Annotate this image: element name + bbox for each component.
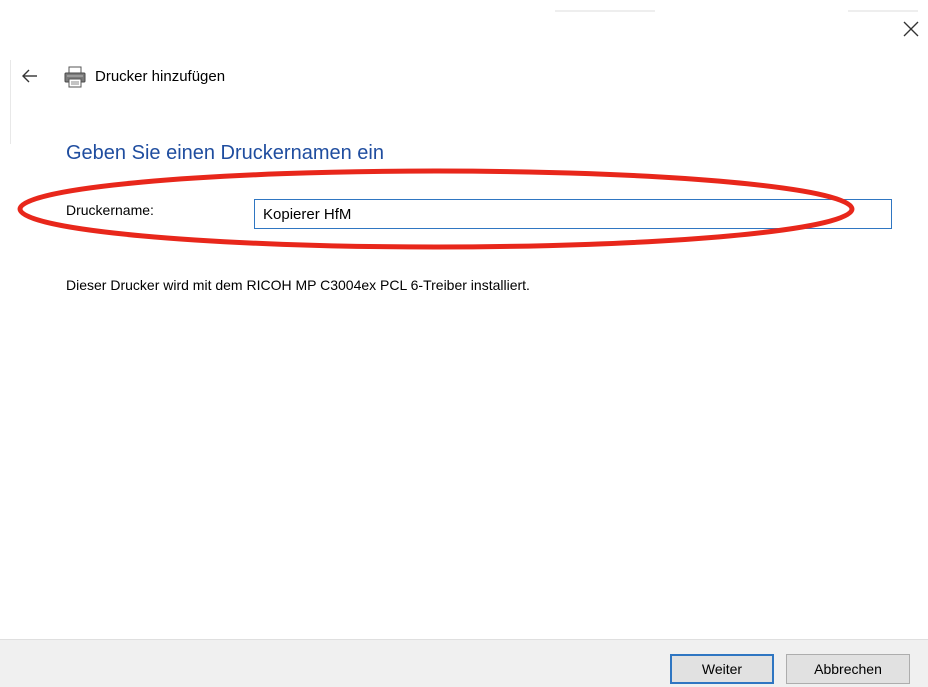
add-printer-window: Drucker hinzufügen Geben Sie einen Druck…: [0, 0, 928, 687]
title-bar-segment: [848, 10, 918, 12]
wizard-footer: Weiter Abbrechen: [0, 639, 928, 687]
title-bar: [0, 0, 928, 12]
window-edge: [10, 60, 11, 144]
title-bar-segment: [555, 10, 655, 12]
back-button[interactable]: [20, 66, 40, 86]
page-heading: Geben Sie einen Druckernamen ein: [66, 142, 384, 164]
close-button[interactable]: [900, 18, 922, 40]
cancel-button[interactable]: Abbrechen: [786, 654, 910, 684]
printer-icon: [63, 66, 87, 88]
wizard-title: Drucker hinzufügen: [95, 68, 226, 85]
driver-info-text: Dieser Drucker wird mit dem RICOH MP C30…: [66, 277, 530, 293]
close-icon: [903, 21, 919, 37]
back-arrow-icon: [22, 69, 37, 83]
printer-name-label: Druckername:: [66, 202, 154, 218]
next-button[interactable]: Weiter: [670, 654, 774, 684]
printer-name-input[interactable]: [254, 199, 892, 229]
